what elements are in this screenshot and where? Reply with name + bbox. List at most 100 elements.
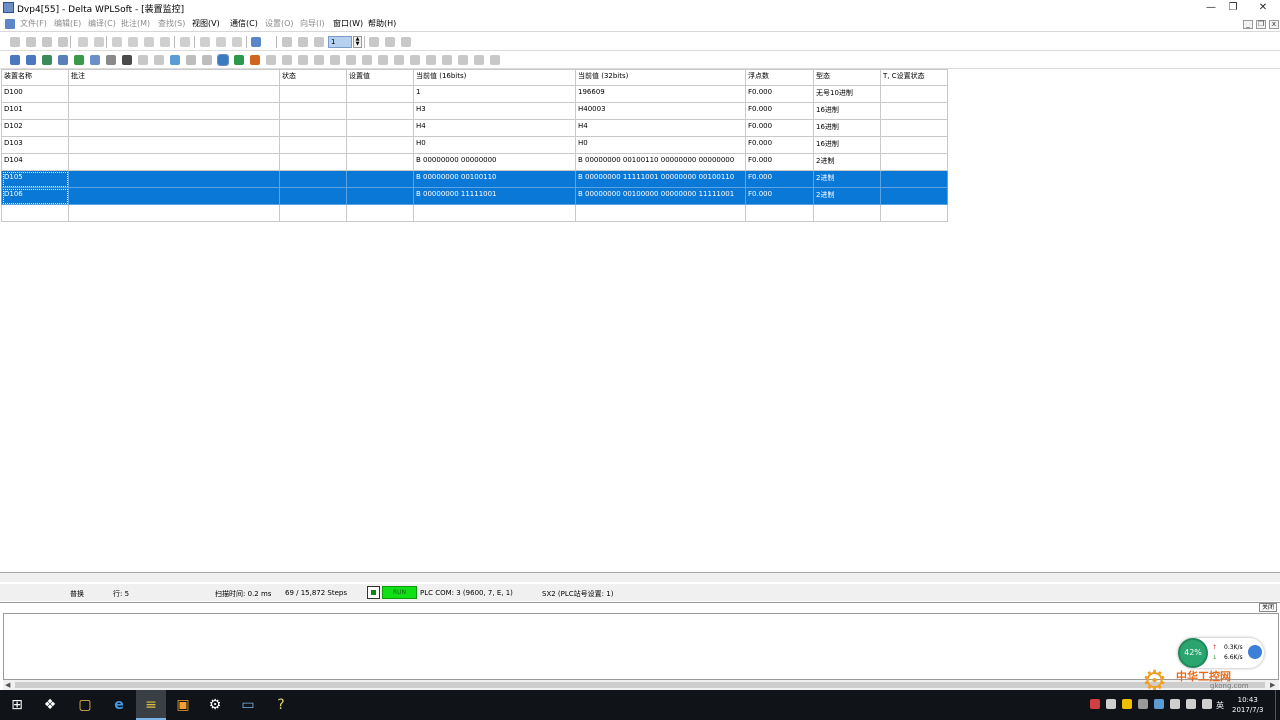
zoom-out-icon[interactable] xyxy=(232,37,242,47)
menu-item-8[interactable]: 向导(I) xyxy=(300,18,325,29)
refresh-icon[interactable] xyxy=(180,37,190,47)
new-file-icon[interactable] xyxy=(10,37,20,47)
show-desktop-button[interactable] xyxy=(1275,690,1280,720)
cell-v32[interactable] xyxy=(575,204,746,222)
record-icon[interactable] xyxy=(369,37,379,47)
ladder-tool-icon[interactable] xyxy=(202,55,212,65)
table-row[interactable] xyxy=(1,204,948,222)
cut-icon[interactable] xyxy=(112,37,122,47)
copy-icon[interactable] xyxy=(128,37,138,47)
cell-tc[interactable] xyxy=(880,187,948,205)
menu-item-3[interactable]: 批注(M) xyxy=(121,18,150,29)
save-as-icon[interactable] xyxy=(58,37,68,47)
step-spinner[interactable]: ▲ ▼ xyxy=(353,36,362,48)
cell-v32[interactable]: B 00000000 00100000 00000000 11111001 xyxy=(575,187,746,205)
cell-device[interactable]: D106 xyxy=(1,187,69,205)
cell-tc[interactable] xyxy=(880,119,948,137)
table-row[interactable]: D106 B 00000000 11111001 B 00000000 001000… xyxy=(1,187,948,205)
ladder-tool-icon[interactable] xyxy=(362,55,372,65)
table-horizontal-scrollbar[interactable] xyxy=(0,572,1280,582)
help-icon[interactable] xyxy=(251,37,261,47)
cell-v32[interactable]: 196609 xyxy=(575,85,746,103)
cell-device[interactable]: D101 xyxy=(1,102,69,120)
ladder-tool-icon[interactable] xyxy=(26,55,36,65)
table-row[interactable]: D100 1 196609 F0.000 无号10进制 xyxy=(1,85,948,103)
notification-icon[interactable] xyxy=(1154,699,1164,709)
output-horizontal-scrollbar[interactable]: ◀ ▶ xyxy=(3,680,1279,690)
ladder-tool-icon[interactable] xyxy=(138,55,148,65)
cell-v32[interactable]: B 00000000 00100110 00000000 00000000 xyxy=(575,153,746,171)
step-input[interactable]: 1 xyxy=(328,36,352,48)
cell-device[interactable]: D104 xyxy=(1,153,69,171)
cell-comment[interactable] xyxy=(68,136,280,154)
table-row[interactable]: D102 H4 H4 F0.000 16进制 xyxy=(1,119,948,137)
column-header[interactable]: 型态 xyxy=(813,69,881,86)
delete-icon[interactable] xyxy=(160,37,170,47)
scroll-right-icon[interactable]: ▶ xyxy=(1270,681,1275,689)
cell-v32[interactable]: B 00000000 11111001 00000000 00100110 xyxy=(575,170,746,188)
cell-float[interactable] xyxy=(745,204,814,222)
panel-close-button[interactable]: 关闭 xyxy=(1259,603,1277,612)
cell-float[interactable]: F0.000 xyxy=(745,102,814,120)
ladder-tool-icon[interactable] xyxy=(426,55,436,65)
ladder-tool-icon[interactable] xyxy=(298,55,308,65)
ladder-tool-icon[interactable] xyxy=(442,55,452,65)
table-row[interactable]: D104 B 00000000 00000000 B 00000000 001001… xyxy=(1,153,948,171)
restore-button[interactable]: ❐ xyxy=(1216,0,1250,16)
cell-comment[interactable] xyxy=(68,85,280,103)
link-icon[interactable] xyxy=(401,37,411,47)
cell-float[interactable]: F0.000 xyxy=(745,187,814,205)
cell-v32[interactable]: H0 xyxy=(575,136,746,154)
ladder-tool-icon[interactable] xyxy=(170,55,180,65)
settings-gear-icon[interactable]: ⚙ xyxy=(200,690,230,720)
column-header[interactable]: 批注 xyxy=(68,69,280,86)
ladder-tool-icon[interactable] xyxy=(378,55,388,65)
cell-comment[interactable] xyxy=(68,153,280,171)
menu-item-7[interactable]: 设置(O) xyxy=(265,18,294,29)
menu-item-10[interactable]: 帮助(H) xyxy=(368,18,396,29)
menu-item-1[interactable]: 编辑(E) xyxy=(54,18,81,29)
redo-icon[interactable] xyxy=(94,37,104,47)
menu-item-6[interactable]: 通信(C) xyxy=(230,18,258,29)
document-icon[interactable] xyxy=(5,19,15,29)
cell-v16[interactable]: B 00000000 00100110 xyxy=(413,170,576,188)
cell-tc[interactable] xyxy=(880,204,948,222)
system-clock[interactable]: 10:43 2017/7/3 xyxy=(1232,695,1263,715)
cell-type[interactable]: 2进制 xyxy=(813,170,881,188)
mdi-close-button[interactable]: x xyxy=(1269,20,1279,29)
wifi-icon[interactable] xyxy=(1202,699,1212,709)
ladder-tool-icon[interactable] xyxy=(266,55,276,65)
cell-tc[interactable] xyxy=(880,170,948,188)
security-icon[interactable] xyxy=(1122,699,1132,709)
menu-item-9[interactable]: 窗口(W) xyxy=(333,18,363,29)
cell-v32[interactable]: H40003 xyxy=(575,102,746,120)
ladder-tool-icon[interactable] xyxy=(474,55,484,65)
cell-v32[interactable]: H4 xyxy=(575,119,746,137)
ladder-tool-icon[interactable] xyxy=(42,55,52,65)
network-icon[interactable] xyxy=(1106,699,1116,709)
column-header[interactable]: T, C设置状态 xyxy=(880,69,948,86)
ladder-tool-icon[interactable] xyxy=(90,55,100,65)
cell-comment[interactable] xyxy=(68,204,280,222)
cell-comment[interactable] xyxy=(68,187,280,205)
column-header[interactable]: 装置名称 xyxy=(1,69,69,86)
paste-icon[interactable] xyxy=(144,37,154,47)
cell-setting[interactable] xyxy=(346,119,414,137)
cell-tc[interactable] xyxy=(880,153,948,171)
ladder-tool-icon[interactable] xyxy=(186,55,196,65)
ladder-tool-icon[interactable] xyxy=(394,55,404,65)
help-app-icon[interactable]: ? xyxy=(266,690,296,720)
remote-desktop-icon[interactable]: ▭ xyxy=(233,690,263,720)
cell-device[interactable]: D102 xyxy=(1,119,69,137)
cell-status[interactable] xyxy=(279,119,347,137)
cell-comment[interactable] xyxy=(68,102,280,120)
column-header[interactable]: 状态 xyxy=(279,69,347,86)
cell-device[interactable]: D105 xyxy=(1,170,69,188)
file-explorer-icon[interactable]: ▢ xyxy=(70,690,100,720)
ladder-tool-icon[interactable] xyxy=(10,55,20,65)
zoom-icon[interactable] xyxy=(200,37,210,47)
accelerator-ball-icon[interactable] xyxy=(1248,645,1262,659)
cell-setting[interactable] xyxy=(346,187,414,205)
ladder-tool-icon[interactable] xyxy=(458,55,468,65)
mdi-minimize-button[interactable]: _ xyxy=(1243,20,1253,29)
